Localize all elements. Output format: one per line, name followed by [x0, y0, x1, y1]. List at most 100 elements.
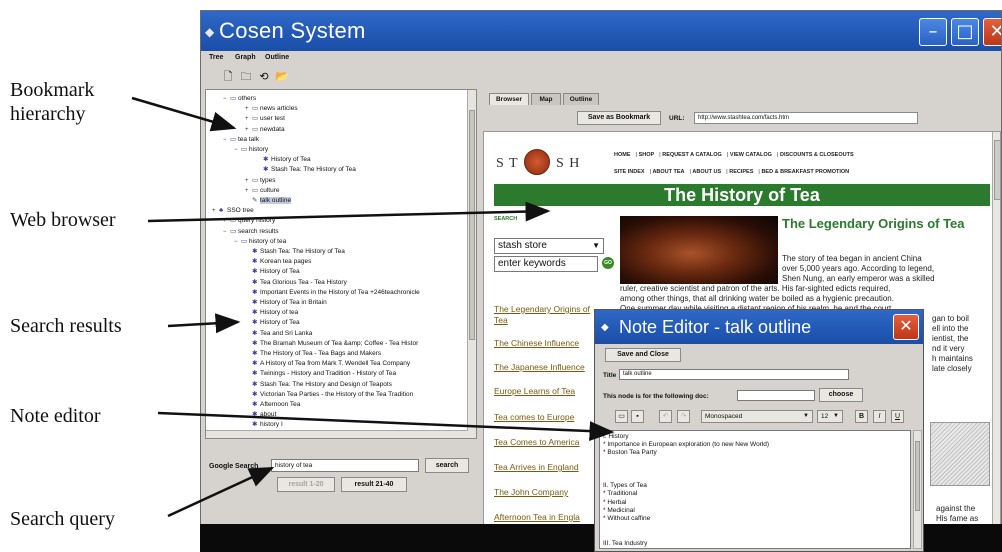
tree-toggle-icon[interactable]: +	[245, 177, 252, 186]
side-nav-link[interactable]: Tea Arrives in England	[494, 462, 579, 472]
maximize-icon[interactable]: □	[951, 18, 979, 46]
tree-row[interactable]: ✱ Korean tea pages	[245, 257, 311, 266]
new-folder-icon[interactable]: 🗀	[239, 70, 253, 84]
tree-row[interactable]: ✱ History of Tea	[245, 318, 300, 327]
tree-row[interactable]: + ♣ SSO tree	[212, 206, 254, 215]
tree-row[interactable]: ✎ talk outline	[245, 196, 292, 205]
open-folder-icon[interactable]: 📂	[275, 70, 289, 84]
note-title-input[interactable]: talk outline	[619, 369, 849, 380]
tree-toggle-icon[interactable]: +	[245, 115, 252, 124]
tree-row[interactable]: + ▭ query history	[223, 216, 275, 225]
tree-row[interactable]: ✱ History of Tea	[256, 155, 311, 164]
font-family-select[interactable]: Monospaced ▼	[701, 410, 813, 423]
side-nav-link[interactable]: The Japanese Influence	[494, 362, 585, 372]
menu-tree[interactable]: Tree	[209, 54, 223, 61]
side-nav-link[interactable]: Tea	[494, 315, 508, 325]
keywords-input[interactable]: enter keywords	[494, 256, 598, 272]
google-search-input[interactable]: history of tea	[271, 459, 419, 472]
tree-toggle-icon[interactable]: −	[223, 95, 230, 104]
nav-about-us[interactable]: ABOUT US	[690, 169, 722, 175]
save-bookmark-button[interactable]: Save as Bookmark	[577, 111, 661, 125]
tree-row[interactable]: − ▭ search results	[223, 227, 278, 236]
window-titlebar[interactable]: ◆ Cosen System – □ ✕	[201, 11, 1001, 51]
redo-icon[interactable]: ↷	[677, 410, 690, 423]
tree-toggle-icon[interactable]: +	[245, 105, 252, 114]
tree-row[interactable]: ✱ A History of Tea from Mark T. Wendell T…	[245, 359, 410, 368]
bold-button[interactable]: B	[855, 410, 868, 423]
tree-row[interactable]: ✱ The History of Tea - Tea Bags and Maker…	[245, 349, 381, 358]
close-icon[interactable]: ✕	[893, 314, 919, 340]
tree-row[interactable]: ✱ The Bramah Museum of Tea &amp; Coffee -…	[245, 339, 418, 348]
nav-discounts[interactable]: DISCOUNTS & CLOSEOUTS	[777, 152, 854, 158]
tree-row[interactable]: ✱ Stash Tea: The History of Tea	[256, 165, 356, 174]
undo-icon[interactable]: ↶	[659, 410, 672, 423]
tree-row[interactable]: + ▭ types	[245, 176, 276, 185]
side-nav-link[interactable]: Europe Learns of Tea	[494, 386, 575, 396]
store-select[interactable]: stash store ▼	[494, 238, 604, 254]
save-and-close-button[interactable]: Save and Close	[605, 348, 681, 362]
tree-row[interactable]: − ▭ history	[234, 145, 268, 154]
tree-row[interactable]: ✱ about	[245, 410, 276, 419]
tab-outline[interactable]: Outline	[563, 93, 599, 105]
new-document-icon[interactable]: 🗋	[221, 70, 235, 84]
tree-row[interactable]: ✱ Twinings - History and Tradition - Hist…	[245, 369, 396, 378]
tree-row[interactable]: ✱ history I	[245, 420, 283, 429]
tree-row[interactable]: ✱ Stash Tea: The History of Tea	[245, 247, 345, 256]
tree-row[interactable]: ✱ History of tea	[245, 308, 298, 317]
tree-row[interactable]: − ▭ tea talk	[223, 135, 259, 144]
side-nav-link[interactable]: Tea comes to Europe	[494, 412, 574, 422]
tree-row[interactable]: + ▭ newdata	[245, 125, 285, 134]
tree-row[interactable]: ✱ Tea Glorious Tea - Tea History	[245, 278, 347, 287]
tree-toggle-icon[interactable]: +	[223, 217, 230, 226]
choose-button[interactable]: choose	[819, 388, 863, 402]
note-doc-input[interactable]	[737, 390, 815, 401]
tree-toggle-icon[interactable]: +	[212, 207, 219, 216]
previous-results-button[interactable]: result 1-20	[277, 477, 335, 492]
nav-site-index[interactable]: SITE INDEX	[614, 169, 645, 175]
menu-graph[interactable]: Graph	[235, 54, 256, 61]
side-nav-link[interactable]: The John Company	[494, 487, 568, 497]
nav-recipes[interactable]: RECIPES	[726, 169, 753, 175]
refresh-icon[interactable]: ⟲	[257, 70, 271, 84]
tree-row[interactable]: ✱ Important Events in the History of Tea …	[245, 288, 420, 297]
tree-row[interactable]: + ▭ news articles	[245, 104, 298, 113]
tree-row[interactable]: ✱ History of Tea	[245, 267, 300, 276]
tree-toggle-icon[interactable]: +	[245, 126, 252, 135]
nav-shop[interactable]: SHOP	[636, 152, 655, 158]
note-text-area[interactable]: I. History * Importance in European explo…	[599, 430, 911, 549]
save-icon[interactable]: ▪	[631, 410, 644, 423]
tree-row[interactable]: − ▭ history of tea	[234, 237, 286, 246]
go-button[interactable]: GO	[602, 257, 614, 269]
url-input[interactable]: http://www.stashtea.com/facts.htm	[694, 112, 918, 124]
tree-row[interactable]: ✱ Victorian Tea Parties - the History of …	[245, 390, 413, 399]
nav-home[interactable]: HOME	[614, 152, 631, 158]
nav-view-catalog[interactable]: VIEW CATALOG	[727, 152, 772, 158]
tree-row[interactable]: ✱ Tea and Sri Lanka	[245, 329, 312, 338]
tree-row[interactable]: + ▭ culture	[245, 186, 280, 195]
tree-horizontal-scrollbar[interactable]	[206, 430, 468, 438]
close-icon[interactable]: ✕	[983, 18, 1001, 46]
italic-button[interactable]: I	[873, 410, 886, 423]
tab-browser[interactable]: Browser	[489, 93, 529, 105]
note-vertical-scrollbar[interactable]	[913, 430, 922, 549]
tree-toggle-icon[interactable]: −	[234, 238, 241, 247]
tab-map[interactable]: Map	[531, 93, 561, 105]
tree-toggle-icon[interactable]: −	[223, 136, 230, 145]
note-editor-titlebar[interactable]: ◆ Note Editor - talk outline ✕	[595, 310, 923, 344]
side-nav-link[interactable]: Tea Comes to America	[494, 437, 580, 447]
nav-bed-breakfast[interactable]: BED & BREAKFAST PROMOTION	[758, 169, 849, 175]
tree-toggle-icon[interactable]: +	[245, 187, 252, 196]
tree-toggle-icon[interactable]: −	[234, 146, 241, 155]
tree-row[interactable]: + ▭ user test	[245, 114, 285, 123]
search-button[interactable]: search	[425, 458, 469, 473]
tree-toggle-icon[interactable]: −	[223, 228, 230, 237]
page-vertical-scrollbar[interactable]	[992, 132, 1000, 551]
font-size-select[interactable]: 12 ▼	[817, 410, 843, 423]
open-folder-icon[interactable]: ▭	[615, 410, 628, 423]
nav-about-tea[interactable]: ABOUT TEA	[650, 169, 685, 175]
underline-button[interactable]: U	[891, 410, 904, 423]
side-nav-link[interactable]: Afternoon Tea in Engla	[494, 512, 580, 522]
minimize-icon[interactable]: –	[919, 18, 947, 46]
tree-row[interactable]: ✱ History of Tea in Britain	[245, 298, 327, 307]
side-nav-link[interactable]: The Legendary Origins of	[494, 304, 590, 314]
